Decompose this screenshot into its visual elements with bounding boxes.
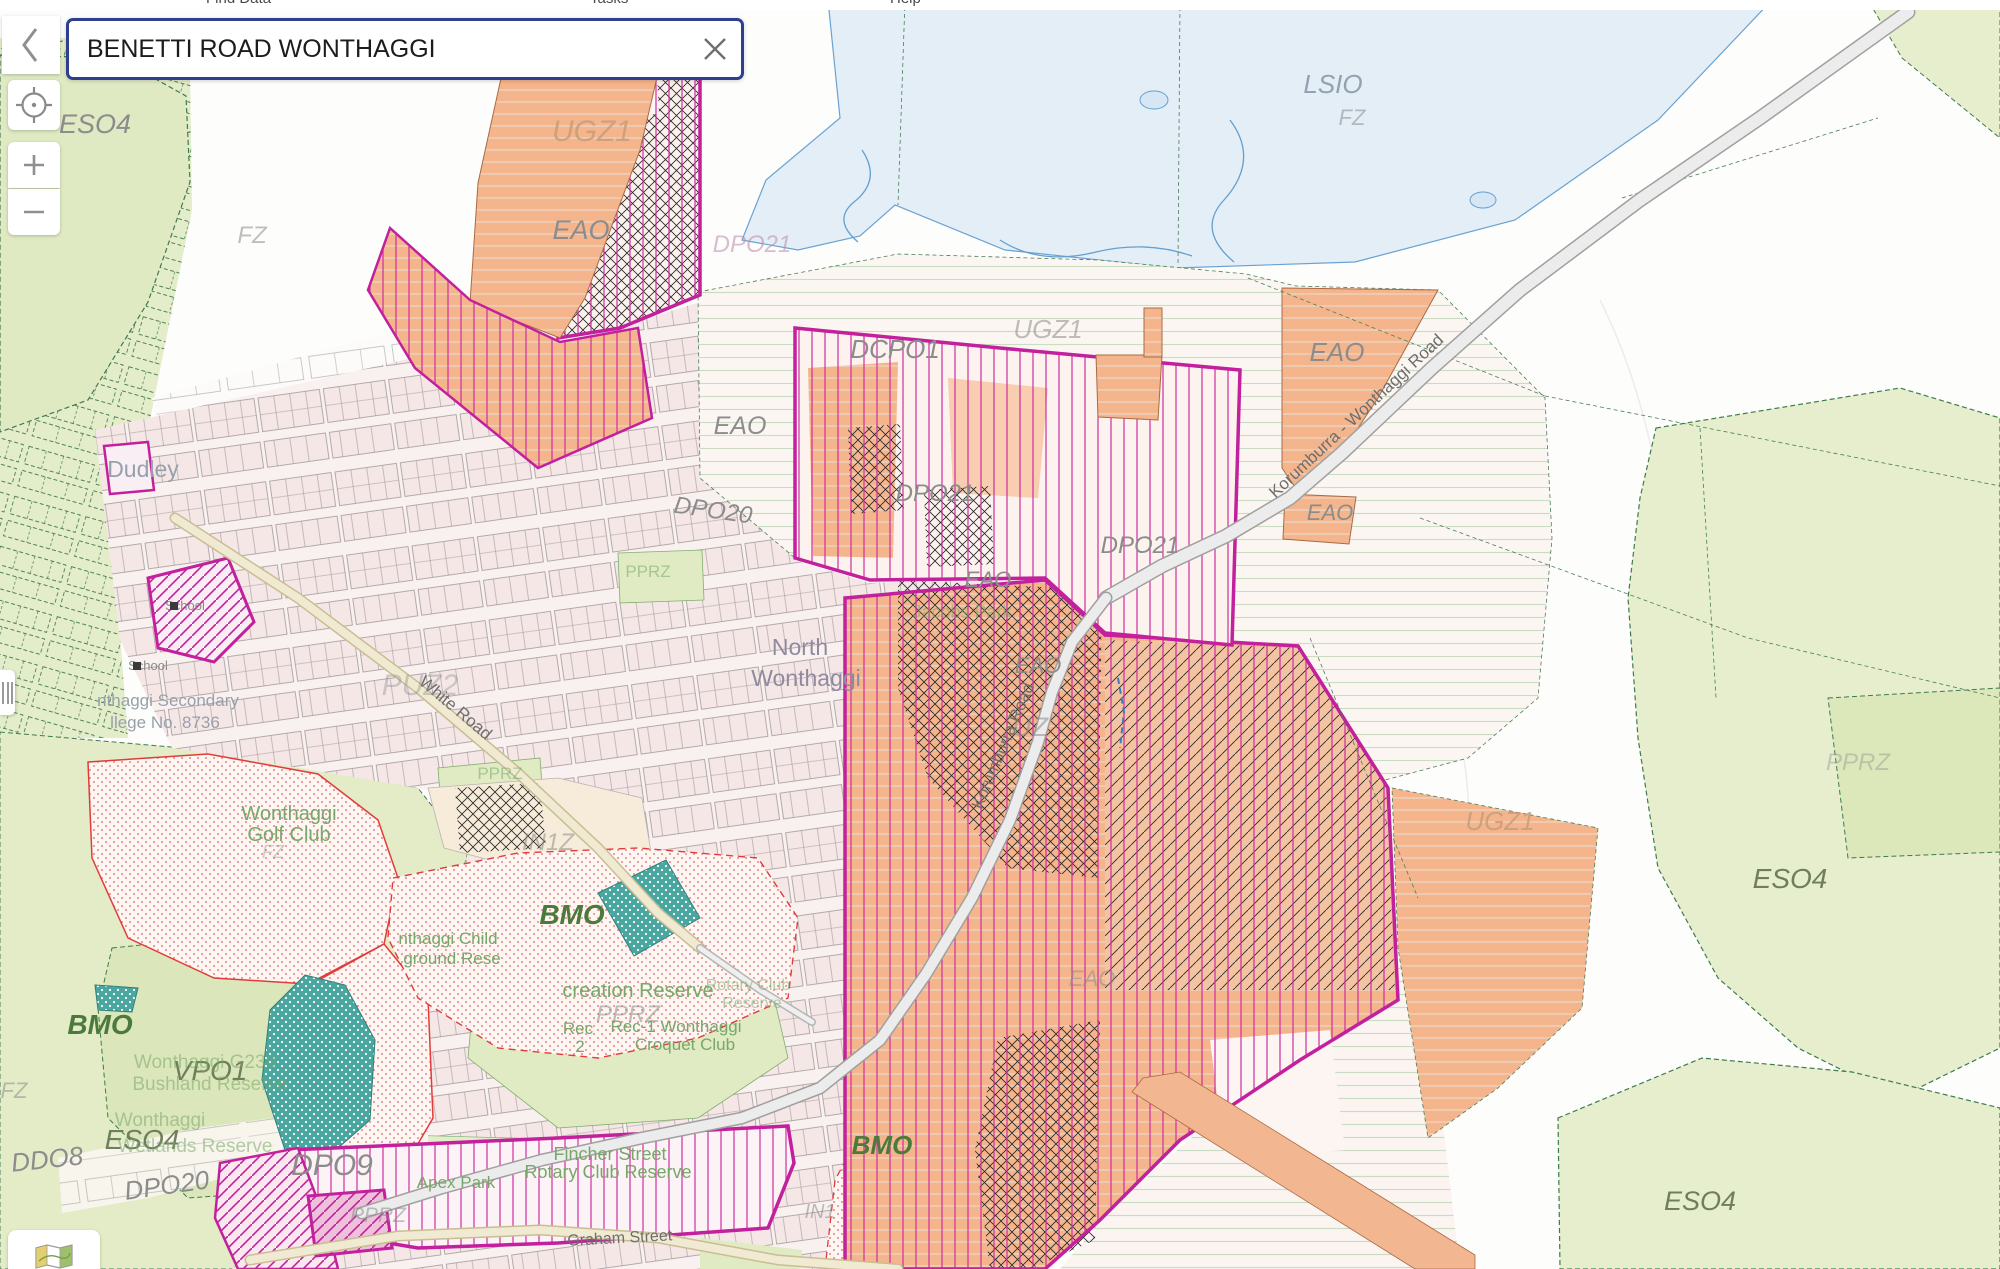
zoom-out-button[interactable] — [8, 189, 60, 235]
zone-shape — [95, 985, 138, 1012]
map-label-rec2b: 2 — [575, 1037, 584, 1056]
map-label-sec1: nthaggi Secondary — [97, 691, 239, 710]
map-label-child2: ground Rese — [403, 949, 500, 968]
map-label-dcpo1: DCPO1 — [850, 334, 940, 364]
map-label-bmo_e: BMO — [852, 1130, 913, 1160]
map-label-eso4_se: ESO4 — [1664, 1186, 1736, 1216]
map-label-child1: nthaggi Child — [398, 929, 497, 948]
map-label-bmo_w: BMO — [67, 1009, 133, 1040]
school-symbol — [170, 602, 178, 610]
map-label-eao_mid1: EAO — [965, 567, 1011, 592]
menu-find-data[interactable]: Find Data — [206, 0, 271, 7]
zone-shape — [1140, 91, 1168, 109]
crosshair-icon — [8, 80, 60, 130]
chevron-left-icon — [14, 16, 48, 74]
map-label-rec1: Rec-1 Wonthaggi — [610, 1017, 741, 1036]
map-label-in1_s: IN1 — [804, 1201, 835, 1223]
map-label-fz_nw: FZ — [237, 222, 268, 249]
close-icon — [702, 36, 728, 62]
search-box — [66, 18, 744, 80]
map-label-dpo9: DPO9 — [291, 1149, 373, 1182]
zone-shape — [1096, 355, 1162, 420]
map-label-eao_mid2: EAO — [1015, 653, 1061, 678]
map-label-pprz_n: PPRZ — [625, 562, 670, 581]
map-label-rotary2: Reserve — [722, 995, 782, 1012]
map-label-pprz_top: PPRZ — [477, 764, 522, 783]
map-layers-icon — [34, 1243, 74, 1269]
map-label-eao_e1: EAO — [1310, 337, 1365, 367]
minus-icon — [8, 189, 60, 235]
map-label-pprz_s: PPRZ — [350, 1204, 407, 1227]
map-label-bmo_c: BMO — [539, 899, 605, 930]
map-label-rec2a: Rec — [563, 1019, 594, 1038]
map-label-dpo21_a: DPO21 — [896, 480, 975, 507]
map-label-ugz1_e: UGZ1 — [1465, 806, 1534, 836]
school-symbol — [133, 662, 141, 670]
map-label-rec_res: creation Reserve — [562, 980, 713, 1002]
map-label-golf2: Golf Club — [247, 824, 330, 846]
map-label-jacobs: Jacobs Park — [912, 602, 1012, 622]
map-label-eso4_e: ESO4 — [1753, 863, 1828, 894]
map-label-in1z: IN1Z — [522, 829, 575, 856]
map-label-bush2: Bushland Reserve — [132, 1074, 287, 1095]
map-label-lsio: LSIO — [1303, 69, 1362, 99]
map-label-sec2: llege No. 8736 — [110, 713, 220, 732]
zone-shape — [1144, 308, 1162, 357]
map-label-bush1: Wonthaggi G238 — [134, 1052, 276, 1073]
map-label-fz_sw: FZ — [1, 1078, 29, 1103]
map-label-croquet: Croquet Club — [635, 1035, 735, 1054]
map-label-finch2: Rotary Club Reserve — [524, 1162, 691, 1182]
map-label-rotary1: Rotary Club — [706, 977, 791, 994]
back-button[interactable] — [2, 16, 60, 74]
map-label-dudley: Dudley — [107, 456, 179, 482]
clear-search-button[interactable] — [689, 21, 741, 77]
map-label-nw1: North — [772, 634, 828, 660]
map-label-ugz1_nw: UGZ1 — [552, 115, 632, 148]
locate-me-button[interactable] — [8, 80, 60, 130]
map-label-dpo21_b: DPO21 — [1101, 532, 1180, 559]
map-label-dpo21_wm: DPO21 — [713, 231, 792, 258]
map-label-puz2: PUZ2 — [382, 669, 459, 702]
top-menubar: Find Data Tasks Help — [0, 0, 2000, 10]
map-label-golf_fz: FZ — [262, 842, 285, 862]
zone-shape — [1470, 192, 1496, 208]
map-label-ugz1_dcpo: UGZ1 — [1013, 314, 1082, 344]
map-label-eao_nw: EAO — [552, 215, 609, 245]
map-label-wet1: Wonthaggi — [115, 1110, 206, 1131]
map-label-eao_e2: EAO — [1307, 500, 1353, 525]
basemap-layers-button[interactable] — [8, 1230, 100, 1269]
menu-tasks[interactable]: Tasks — [590, 0, 628, 7]
zoom-in-button[interactable] — [8, 142, 60, 188]
map-label-eao_e3: EAO — [1069, 966, 1115, 991]
map-label-finch1: Fincher Street — [553, 1144, 666, 1164]
map-canvas[interactable]: ESO4 FZ UGZ1 EAO LSIO FZ DCPO1 UGZ1 DPO21 EAO DPO2… — [0, 0, 2000, 1269]
map-label-fz_lsio: FZ — [1339, 105, 1367, 130]
menu-help[interactable]: Help — [890, 0, 921, 7]
side-panel-handle[interactable] — [0, 670, 15, 715]
search-input[interactable] — [69, 35, 689, 64]
map-label-nw2: Wonthaggi — [751, 665, 861, 691]
vicplan-app: ESO4 FZ UGZ1 EAO LSIO FZ DCPO1 UGZ1 DPO21 EAO DPO2… — [0, 0, 2000, 1269]
map-label-pprz_e: PPRZ — [1826, 749, 1891, 776]
map-label-wet2: Wetlands Reserve — [118, 1136, 273, 1157]
map-label-eso4_nw: ESO4 — [59, 109, 131, 139]
map-label-eao_band: EAO — [714, 412, 767, 440]
plus-icon — [8, 142, 60, 188]
grip-icon — [2, 682, 4, 704]
map-label-apex: Apex Park — [417, 1173, 496, 1192]
map-label-golf1: Wonthaggi — [241, 803, 336, 825]
